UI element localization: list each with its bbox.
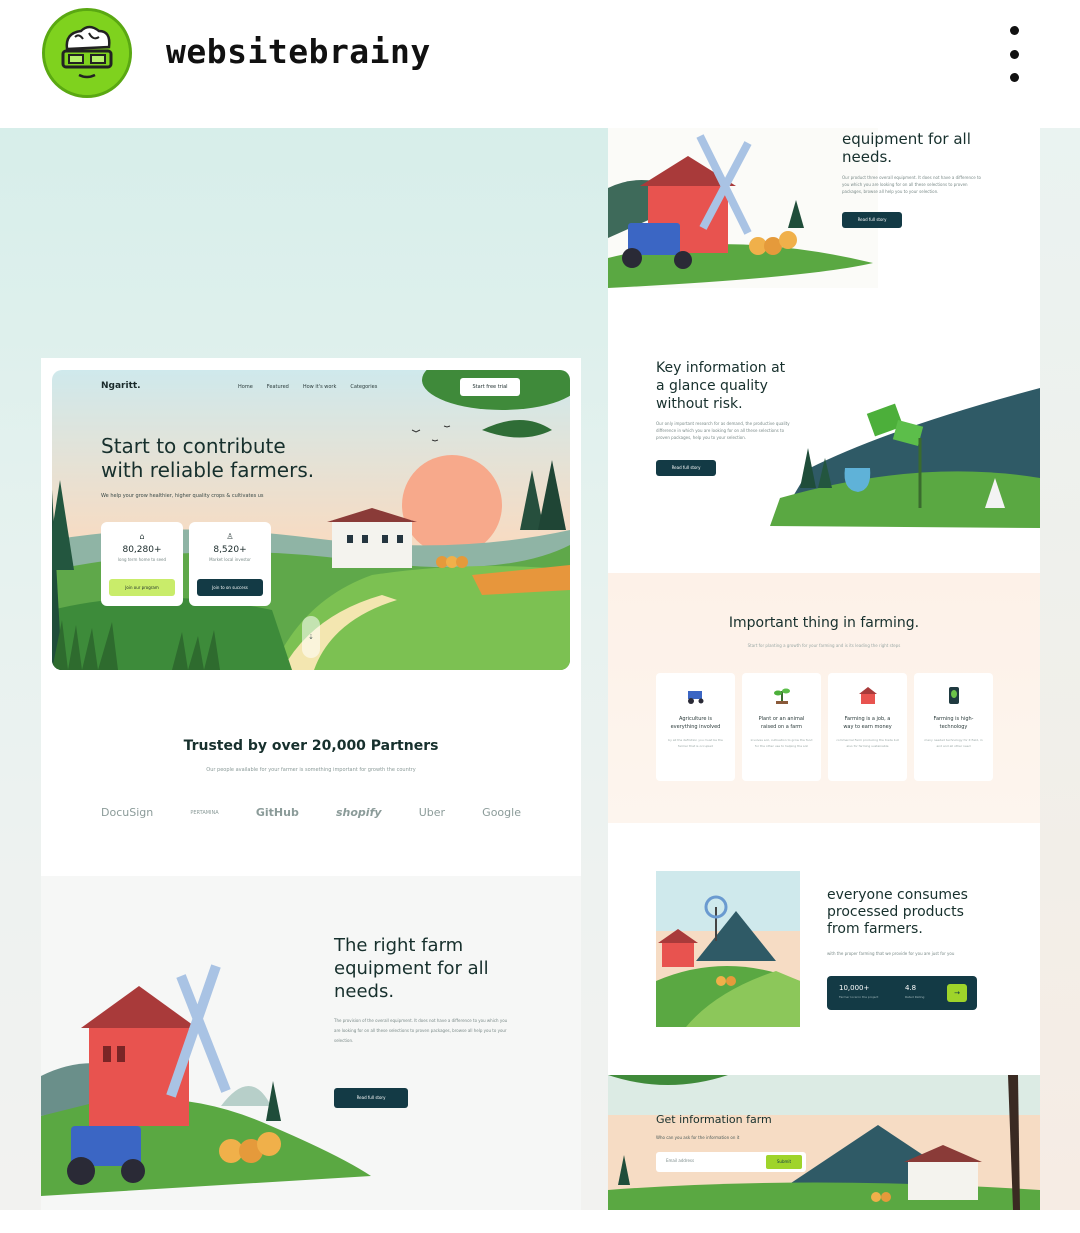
farming-card[interactable]: Farming is high- technology many needed … bbox=[914, 673, 993, 781]
money-plant-illustration bbox=[770, 388, 1040, 528]
stat-label: long term home to seed bbox=[117, 557, 167, 562]
important-subtitle: Start for planting a growth for your far… bbox=[747, 643, 901, 648]
partner-logos: DocuSign PERTAMINA GitHub shopify Uber G… bbox=[101, 806, 521, 819]
tractor-icon bbox=[687, 691, 703, 704]
hero-title: Start to contribute with reliable farmer… bbox=[101, 434, 315, 482]
nav-link-home[interactable]: Home bbox=[238, 384, 253, 390]
post-image: Ngaritt. Home Featured How it's work Cat… bbox=[0, 128, 1080, 1210]
windmill-barn-illustration bbox=[41, 964, 371, 1196]
nav-brand[interactable]: Ngaritt. bbox=[101, 381, 141, 391]
read-story-button[interactable]: Read full story bbox=[334, 1088, 408, 1108]
equipment-section: The right farm equipment for all needs. … bbox=[41, 876, 581, 1210]
important-section: Important thing in farming. Start for pl… bbox=[608, 573, 1040, 823]
plant-icon bbox=[773, 688, 790, 704]
join-program-button[interactable]: Join our program bbox=[109, 579, 175, 596]
key-info-button[interactable]: Read full story bbox=[656, 460, 716, 476]
newsletter-title: Get information farm bbox=[656, 1113, 772, 1126]
nav-links: Home Featured How it's work Categories bbox=[238, 384, 377, 390]
card-body: involves soil, cultivation to grow the f… bbox=[750, 738, 813, 748]
newsletter-subtitle: Who can you ask for the information on i… bbox=[656, 1135, 740, 1140]
google-logo: Google bbox=[482, 806, 521, 819]
submit-button[interactable]: Submit bbox=[766, 1155, 802, 1169]
post-footer-strip bbox=[0, 1210, 1080, 1233]
nav-link-how-it-works[interactable]: How it's work bbox=[303, 384, 337, 390]
consume-stats-card: 10,000+ Farmer local in the project 4.8 … bbox=[827, 976, 977, 1010]
post-header: websitebrainy bbox=[0, 0, 1080, 128]
card-title: Farming is high- technology bbox=[933, 716, 974, 730]
key-info-title: Key information at a glance quality with… bbox=[656, 360, 786, 412]
vertical-ellipsis-icon[interactable] bbox=[998, 26, 1030, 82]
card-title: Farming is a job, a way to earn money bbox=[843, 716, 892, 730]
barn-icon bbox=[858, 687, 877, 704]
stat-card-homes: ⌂ 80,280+ long term home to seed Join ou… bbox=[101, 522, 183, 606]
farming-card[interactable]: Agriculture is everything involved by al… bbox=[656, 673, 735, 781]
house-icon: ⌂ bbox=[139, 532, 145, 541]
equipment-title: equipment for all needs. bbox=[842, 130, 971, 166]
farming-card[interactable]: Plant or an animal raised on a farm invo… bbox=[742, 673, 821, 781]
stat-label: Farmer local in the project bbox=[839, 995, 879, 999]
account-avatar[interactable] bbox=[42, 8, 132, 98]
windmill-valley-illustration bbox=[656, 871, 800, 1027]
consume-title: everyone consumes processed products fro… bbox=[827, 887, 968, 937]
equipment-title: The right farm equipment for all needs. bbox=[334, 935, 489, 1002]
windmill-tractor-illustration bbox=[608, 128, 878, 288]
newsletter-banner: Get information farm Who can you ask for… bbox=[608, 1075, 1040, 1210]
stat-value: 80,280+ bbox=[122, 545, 162, 555]
scroll-indicator[interactable]: ⇣ bbox=[302, 616, 320, 658]
docusign-logo: DocuSign bbox=[101, 806, 154, 819]
stat-card-investors: ♙ 8,520+ Market local investor Join to o… bbox=[189, 522, 271, 606]
important-title: Important thing in farming. bbox=[728, 615, 920, 631]
equipment-body: The provision of the overall equipment. … bbox=[334, 1018, 508, 1043]
read-story-button[interactable]: Read full story bbox=[842, 212, 902, 228]
nav-link-featured[interactable]: Featured bbox=[267, 384, 289, 390]
partners-title: Trusted by over 20,000 Partners bbox=[183, 738, 439, 754]
arrow-right-icon[interactable]: → bbox=[947, 984, 967, 1002]
shopify-logo: shopify bbox=[335, 806, 382, 819]
email-input[interactable]: Email address Submit bbox=[656, 1152, 806, 1172]
brain-glasses-logo bbox=[45, 11, 129, 95]
start-trial-button[interactable]: Start free trial bbox=[460, 378, 520, 396]
card-title: Agriculture is everything involved bbox=[670, 716, 721, 730]
nav-link-categories[interactable]: Categories bbox=[350, 384, 377, 390]
key-info-body: Our only important research for as deman… bbox=[656, 421, 790, 440]
hero-banner: Ngaritt. Home Featured How it's work Cat… bbox=[52, 370, 570, 670]
person-icon: ♙ bbox=[226, 532, 234, 541]
farming-card[interactable]: Farming is a job, a way to earn money co… bbox=[828, 673, 907, 781]
join-success-button[interactable]: Join to on success bbox=[197, 579, 263, 596]
footer-landscape-illustration bbox=[608, 1075, 1040, 1210]
equipment-body: Our product three overall equipment. It … bbox=[842, 175, 981, 194]
consume-body: with the proper farming that we provide … bbox=[827, 951, 955, 956]
card-title: Plant or an animal raised on a farm bbox=[758, 716, 805, 730]
right-mockup-page: equipment for all needs. Our product thr… bbox=[608, 128, 1040, 1210]
email-placeholder: Email address bbox=[666, 1158, 695, 1163]
hero-subtitle: We help your grow healthier, higher qual… bbox=[101, 493, 264, 499]
stat-value: 8,520+ bbox=[213, 545, 247, 555]
stat-label: Market local investor bbox=[209, 557, 251, 562]
card-body: commercial Farm producing the trade but … bbox=[836, 738, 899, 748]
pertamina-logo: PERTAMINA bbox=[190, 809, 219, 816]
uber-logo: Uber bbox=[418, 806, 446, 819]
card-body: many needed technology for it field, in … bbox=[924, 738, 983, 748]
stat-label: Rated Rating bbox=[905, 995, 925, 999]
card-body: by all the definition you must be the fa… bbox=[668, 738, 723, 748]
phone-leaf-icon bbox=[948, 687, 959, 704]
stat-value: 4.8 bbox=[905, 984, 917, 992]
github-logo: GitHub bbox=[255, 806, 299, 819]
partners-subtitle: Our people available for your farmer is … bbox=[206, 767, 416, 773]
account-name[interactable]: websitebrainy bbox=[166, 32, 431, 71]
stat-value: 10,000+ bbox=[839, 984, 870, 992]
left-mockup-page: Ngaritt. Home Featured How it's work Cat… bbox=[41, 358, 581, 1210]
